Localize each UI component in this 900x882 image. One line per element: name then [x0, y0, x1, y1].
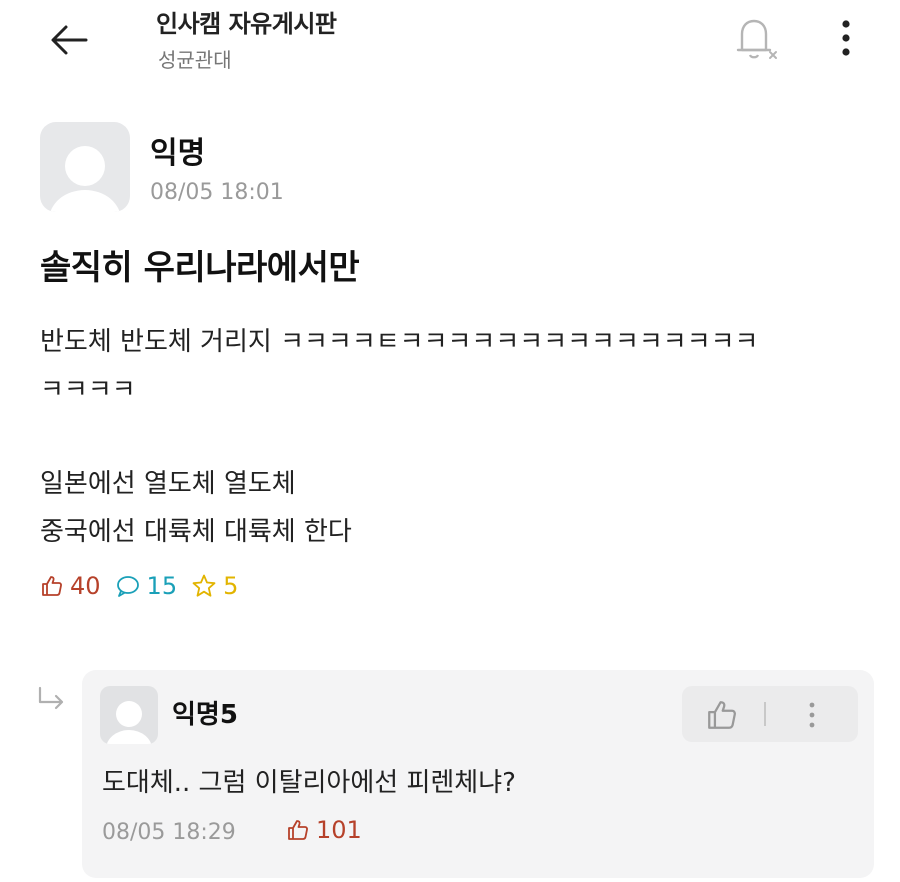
notification-toggle-button[interactable] — [724, 14, 784, 64]
default-avatar-icon — [50, 146, 120, 212]
author-name: 익명 — [150, 136, 206, 171]
post-body-line: 중국에선 대륙체 대륙체 한다 — [40, 517, 352, 547]
thumbs-up-icon — [42, 576, 62, 596]
comment-count-value: 15 — [146, 572, 178, 600]
like-count[interactable]: 40 — [40, 572, 101, 600]
post-title: 솔직히 우리나라에서만 — [40, 248, 360, 288]
notification-off-bell-icon — [736, 19, 777, 59]
post-datetime: 08/05 18:01 — [150, 180, 284, 205]
more-vertical-icon — [809, 702, 815, 728]
thumbs-up-icon — [708, 701, 736, 729]
school-name: 성균관대 — [158, 48, 232, 72]
post-body-blank-line — [40, 414, 870, 460]
comment-count: 15 — [115, 572, 178, 600]
reply-indicator — [36, 686, 70, 714]
avatar — [40, 122, 130, 212]
thumbs-up-icon — [288, 820, 308, 840]
default-avatar-icon — [106, 701, 152, 744]
scrap-count[interactable]: 5 — [191, 572, 238, 600]
more-options-button[interactable] — [832, 14, 860, 64]
back-arrow-icon — [51, 25, 88, 55]
board-title: 인사캠 자유게시판 — [156, 10, 337, 38]
comment-avatar — [100, 686, 158, 744]
star-icon — [192, 574, 216, 597]
comment-like-button[interactable] — [704, 698, 740, 732]
scrap-count-value: 5 — [223, 572, 239, 600]
comment-like-count-value: 101 — [316, 816, 362, 844]
post-body-line: 일본에선 열도체 열도체 — [40, 469, 296, 499]
comment-author: 익명5 — [172, 700, 238, 730]
post-stats: 40 15 5 — [40, 566, 252, 606]
more-vertical-icon — [842, 20, 850, 56]
reply-arrow-icon — [38, 686, 64, 710]
comment-like-count: 101 — [286, 816, 362, 844]
post-body-line: 반도체 반도체 거리지 ㅋㅋㅋㅋㅌㅋㅋㅋㅋㅋㅋㅋㅋㅋㅋㅋㅋㅋㅋㅋ — [40, 327, 759, 357]
post-body: 반도체 반도체 거리지 ㅋㅋㅋㅋㅌㅋㅋㅋㅋㅋㅋㅋㅋㅋㅋㅋㅋㅋㅋㅋ ㅋㅋㅋㅋ 일본… — [40, 318, 870, 556]
post-body-line: ㅋㅋㅋㅋ — [40, 375, 136, 405]
comment-datetime: 08/05 18:29 — [102, 820, 236, 845]
comment-more-button[interactable] — [800, 698, 824, 732]
like-count-value: 40 — [70, 572, 101, 600]
comment-actions-divider — [764, 702, 766, 726]
comment-text: 도대체.. 그럼 이탈리아에선 피렌체냐? — [102, 768, 516, 798]
comment-bubble-icon — [116, 576, 139, 597]
back-button[interactable] — [44, 20, 96, 60]
